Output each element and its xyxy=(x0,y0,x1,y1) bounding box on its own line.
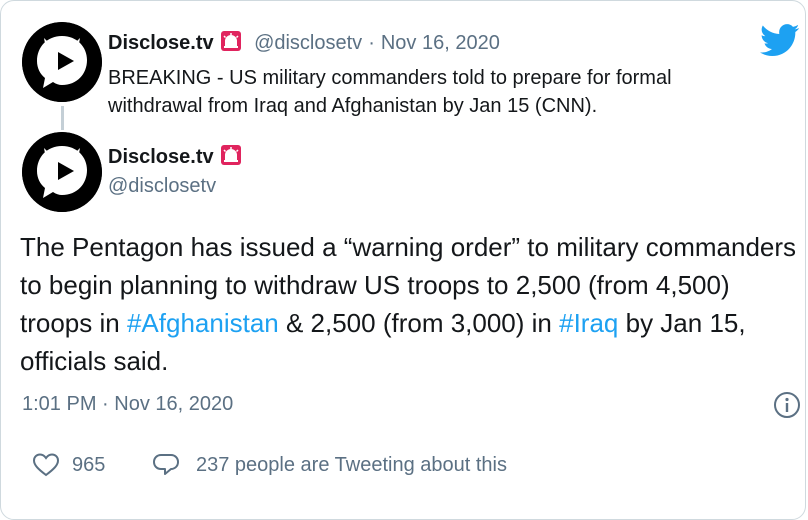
tweeting-about-link[interactable]: 237 people are Tweeting about this xyxy=(196,454,507,477)
thread-connector xyxy=(61,106,64,130)
parent-tweet-header: Disclose.tv @disclosetv · Nov 16, 2020 xyxy=(108,30,500,55)
twitter-bird-icon[interactable] xyxy=(760,24,800,58)
avatar[interactable] xyxy=(22,132,102,212)
tweet-date[interactable]: Nov 16, 2020 xyxy=(381,32,500,54)
reply-bubble-icon[interactable] xyxy=(152,452,180,478)
author-handle[interactable]: @disclosetv xyxy=(108,175,216,198)
author-name[interactable]: Disclose.tv xyxy=(108,32,214,54)
author-name[interactable]: Disclose.tv xyxy=(108,146,214,168)
tweet-timestamp[interactable]: 1:01 PM · Nov 16, 2020 xyxy=(22,393,233,416)
likes-count[interactable]: 965 xyxy=(72,454,105,477)
hashtag-link[interactable]: #Afghanistan xyxy=(127,308,279,338)
tweet-text: & 2,500 (from 3,000) in xyxy=(278,308,560,338)
tweet-body: The Pentagon has issued a “warning order… xyxy=(20,228,800,380)
separator-dot: · xyxy=(368,32,375,54)
disclose-logo-icon xyxy=(22,132,102,212)
parent-tweet-text: BREAKING - US military commanders told t… xyxy=(108,67,672,117)
avatar[interactable] xyxy=(22,22,102,102)
info-icon[interactable] xyxy=(772,390,802,420)
hashtag-link[interactable]: #Iraq xyxy=(559,308,618,338)
heart-icon[interactable] xyxy=(32,452,60,478)
siren-icon xyxy=(220,30,242,52)
siren-icon xyxy=(220,144,242,166)
main-author-header: Disclose.tv xyxy=(108,144,242,169)
author-handle[interactable]: @disclosetv xyxy=(254,32,362,54)
disclose-logo-icon xyxy=(22,22,102,102)
